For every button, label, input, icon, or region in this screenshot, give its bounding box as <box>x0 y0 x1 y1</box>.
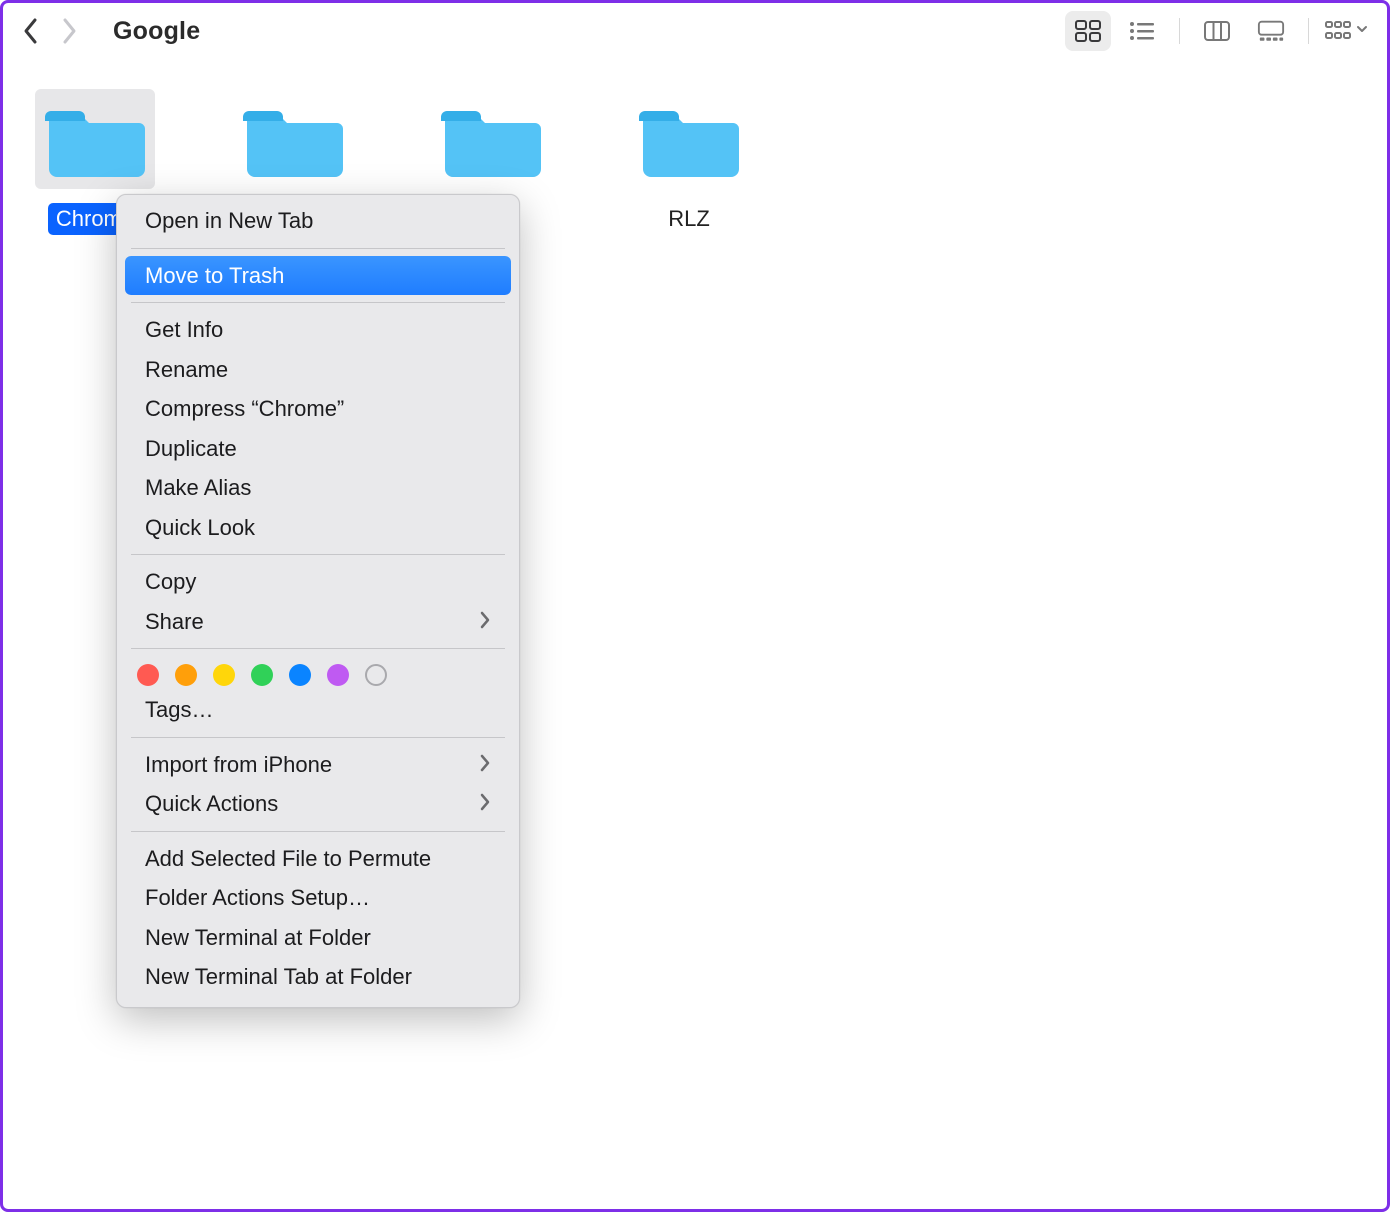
tag-row <box>117 656 519 690</box>
menu-quick-actions[interactable]: Quick Actions <box>125 784 511 824</box>
content-area[interactable]: Chrome <box>3 59 1387 265</box>
menu-get-info[interactable]: Get Info <box>125 310 511 350</box>
menu-separator <box>131 831 505 832</box>
view-controls <box>1065 11 1369 51</box>
menu-open-new-tab[interactable]: Open in New Tab <box>125 201 511 241</box>
forward-button[interactable] <box>59 16 79 46</box>
view-list-button[interactable] <box>1119 11 1165 51</box>
nav-arrows <box>21 16 79 46</box>
folder-icon <box>431 89 551 189</box>
folder-icon <box>629 89 749 189</box>
menu-separator <box>131 737 505 738</box>
folder-icon <box>35 89 155 189</box>
menu-tags[interactable]: Tags… <box>125 690 511 730</box>
menu-new-terminal-tab[interactable]: New Terminal Tab at Folder <box>125 957 511 997</box>
view-gallery-button[interactable] <box>1248 11 1294 51</box>
menu-duplicate[interactable]: Duplicate <box>125 429 511 469</box>
chevron-right-icon <box>479 751 491 779</box>
menu-folder-actions[interactable]: Folder Actions Setup… <box>125 878 511 918</box>
menu-new-terminal[interactable]: New Terminal at Folder <box>125 918 511 958</box>
menu-compress[interactable]: Compress “Chrome” <box>125 389 511 429</box>
menu-share[interactable]: Share <box>125 602 511 642</box>
menu-make-alias[interactable]: Make Alias <box>125 468 511 508</box>
menu-separator <box>131 648 505 649</box>
menu-add-permute[interactable]: Add Selected File to Permute <box>125 839 511 879</box>
finder-window: Google <box>0 0 1390 1212</box>
tag-red[interactable] <box>137 664 159 686</box>
menu-move-to-trash[interactable]: Move to Trash <box>125 256 511 296</box>
chevron-right-icon <box>479 608 491 636</box>
menu-import-iphone[interactable]: Import from iPhone <box>125 745 511 785</box>
folder-item-rlz[interactable]: RLZ <box>629 89 749 235</box>
tag-blue[interactable] <box>289 664 311 686</box>
toolbar-separator <box>1308 18 1309 44</box>
window-title: Google <box>113 17 200 46</box>
menu-separator <box>131 248 505 249</box>
chevron-right-icon <box>479 790 491 818</box>
menu-rename[interactable]: Rename <box>125 350 511 390</box>
tag-none[interactable] <box>365 664 387 686</box>
tag-yellow[interactable] <box>213 664 235 686</box>
view-icon-button[interactable] <box>1065 11 1111 51</box>
chevron-down-icon <box>1356 22 1368 40</box>
group-by-button[interactable] <box>1323 11 1369 51</box>
tag-orange[interactable] <box>175 664 197 686</box>
view-column-button[interactable] <box>1194 11 1240 51</box>
toolbar-separator <box>1179 18 1180 44</box>
toolbar: Google <box>3 3 1387 59</box>
folder-icon <box>233 89 353 189</box>
menu-copy[interactable]: Copy <box>125 562 511 602</box>
back-button[interactable] <box>21 16 41 46</box>
folder-label: RLZ <box>660 203 718 235</box>
menu-separator <box>131 302 505 303</box>
menu-quick-look[interactable]: Quick Look <box>125 508 511 548</box>
menu-separator <box>131 554 505 555</box>
tag-green[interactable] <box>251 664 273 686</box>
context-menu: Open in New Tab Move to Trash Get Info R… <box>116 194 520 1008</box>
tag-purple[interactable] <box>327 664 349 686</box>
